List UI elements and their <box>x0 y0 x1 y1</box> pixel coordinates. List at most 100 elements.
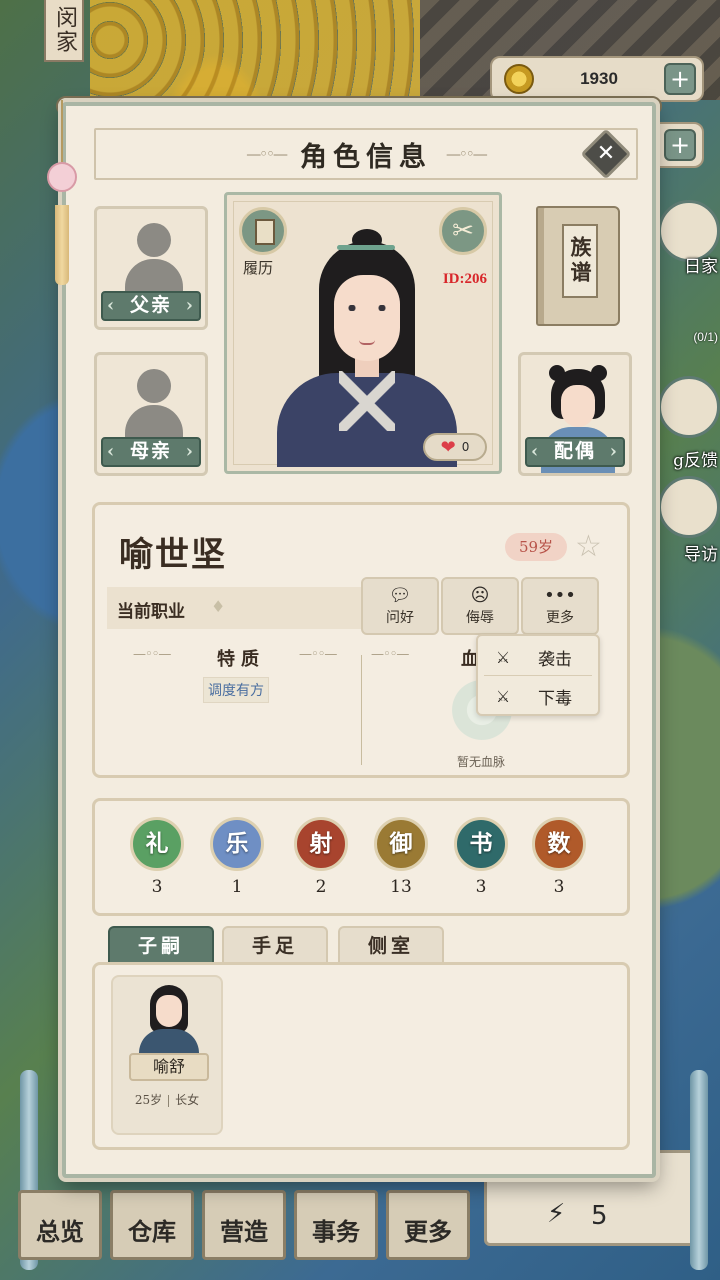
mother-card[interactable]: 母亲 <box>94 352 208 476</box>
menu-item-poison[interactable]: ⚔ 下毒 <box>484 678 592 714</box>
greet-label: 问好 <box>386 610 414 626</box>
spouse-face <box>561 385 595 427</box>
add-resource-button[interactable]: + <box>664 129 696 161</box>
child-name: 喻舒 <box>129 1053 209 1081</box>
favorite-star-icon[interactable]: ☆ <box>575 529 602 564</box>
skill-rites-badge: 礼 <box>130 817 184 871</box>
side-label-home: 日家 <box>684 257 718 277</box>
insult-button[interactable]: ☹ 侮辱 <box>441 577 519 635</box>
heart-icon: ❤ <box>440 436 456 458</box>
mother-silhouette <box>125 369 183 445</box>
flower-ornament-icon <box>47 162 77 192</box>
close-icon: ✕ <box>596 141 616 166</box>
feedback-button[interactable] <box>658 376 720 438</box>
job-mark-icon: ♦ <box>211 597 226 616</box>
character-portrait-frame: 履历 ✂ ID:206 ❤ 0 <box>224 192 502 474</box>
skills-panel: 礼 3 乐 1 射 2 御 13 书 3 数 3 <box>92 798 630 916</box>
skill-rites-value: 3 <box>151 877 163 897</box>
skill-mathematics[interactable]: 数 3 <box>529 817 589 897</box>
menu-item-attack[interactable]: ⚔ 袭击 <box>484 640 592 676</box>
more-actions-menu: ⚔ 袭击 ⚔ 下毒 <box>476 634 600 716</box>
skill-music-badge: 乐 <box>210 817 264 871</box>
speech-bubble-icon: 💬︎ <box>388 585 412 606</box>
skill-rites[interactable]: 礼 3 <box>127 817 187 897</box>
skill-charioteering-value: 13 <box>390 877 412 897</box>
resume-button[interactable] <box>239 207 287 255</box>
mother-label: 母亲 <box>101 437 201 467</box>
tassel-ornament <box>55 205 69 285</box>
nav-overview[interactable]: 总览 <box>18 1190 102 1260</box>
nav-more[interactable]: 更多 <box>386 1190 470 1260</box>
nav-warehouse[interactable]: 仓库 <box>110 1190 194 1260</box>
skill-charioteering-badge: 御 <box>374 817 428 871</box>
father-card[interactable]: 父亲 <box>94 206 208 330</box>
trait-tag[interactable]: 调度有方 <box>203 677 269 703</box>
skill-calligraphy[interactable]: 书 3 <box>451 817 511 897</box>
dialog-title-bar: —◦◦— 角色信息 —◦◦— ✕ <box>94 128 638 180</box>
skill-archery[interactable]: 射 2 <box>291 817 351 897</box>
skill-archery-value: 2 <box>315 877 327 897</box>
skill-calligraphy-value: 3 <box>475 877 487 897</box>
skill-mathematics-badge: 数 <box>532 817 586 871</box>
skill-music[interactable]: 乐 1 <box>207 817 267 897</box>
father-silhouette <box>125 223 183 299</box>
trait-ornament-right: —◦◦— <box>299 647 337 662</box>
lightning-icon: ⚡ <box>547 1199 566 1229</box>
skill-charioteering[interactable]: 御 13 <box>371 817 431 897</box>
side-label-visit: 导访 <box>684 545 718 565</box>
coin-icon <box>504 64 534 94</box>
tab-concubines[interactable]: 侧室 <box>338 926 444 962</box>
poison-label: 下毒 <box>538 688 572 709</box>
child-info: 25岁 长女 <box>113 1091 221 1108</box>
title-ornament-right: —◦◦— <box>446 145 488 163</box>
angry-face-icon: ☹ <box>470 585 490 606</box>
father-label: 父亲 <box>101 291 201 321</box>
character-id: ID:206 <box>442 271 487 287</box>
skill-calligraphy-badge: 书 <box>454 817 508 871</box>
scissors-icon[interactable]: ✂ <box>439 207 487 255</box>
genealogy-book-button[interactable]: 族谱 <box>536 206 620 326</box>
favor-badge: ❤ 0 <box>423 433 487 461</box>
favor-value: 0 <box>461 440 470 454</box>
child-face <box>156 995 182 1027</box>
coin-value: 1930 <box>580 69 618 88</box>
add-coin-button[interactable]: + <box>664 63 696 95</box>
clan-sign: 闵家 <box>44 0 84 62</box>
skill-archery-badge: 射 <box>294 817 348 871</box>
tab-siblings[interactable]: 手足 <box>222 926 328 962</box>
nav-build[interactable]: 营造 <box>202 1190 286 1260</box>
no-lineage-text: 暂无血脉 <box>457 755 506 769</box>
nav-affairs[interactable]: 事务 <box>294 1190 378 1260</box>
children-panel: 喻舒 25岁 长女 <box>92 962 630 1150</box>
side-count: (0/1) <box>693 330 718 344</box>
bottom-navigation: 总览 仓库 营造 事务 更多 ⚡ 5 <box>0 1070 720 1280</box>
trait-title: 特质 <box>217 649 265 670</box>
close-button[interactable]: ✕ <box>580 128 632 180</box>
genealogy-label: 族谱 <box>562 224 598 298</box>
spouse-card[interactable]: 配偶 <box>518 352 632 476</box>
age-badge: 59岁 <box>505 533 567 561</box>
skill-mathematics-value: 3 <box>553 877 565 897</box>
more-label: 更多 <box>546 610 574 626</box>
more-dots-icon: ••• <box>544 585 576 606</box>
visit-button[interactable] <box>658 476 720 538</box>
attack-label: 袭击 <box>538 650 572 670</box>
child-card[interactable]: 喻舒 25岁 长女 <box>111 975 223 1135</box>
dialog-title: 角色信息 <box>300 141 432 173</box>
lineage-ornament-left: —◦◦— <box>371 647 409 662</box>
child-age: 25岁 <box>134 1093 163 1107</box>
job-label: 当前职业 <box>117 602 185 622</box>
title-ornament-left: —◦◦— <box>246 145 288 163</box>
energy-value: 5 <box>591 1201 608 1231</box>
section-divider <box>361 655 362 765</box>
greet-button[interactable]: 💬︎ 问好 <box>361 577 439 635</box>
more-button[interactable]: ••• 更多 <box>521 577 599 635</box>
child-rank: 长女 <box>175 1093 200 1107</box>
tab-children[interactable]: 子嗣 <box>108 926 214 962</box>
character-face <box>334 275 400 361</box>
trait-ornament-left: —◦◦— <box>133 647 171 662</box>
scroll-rod-right <box>690 1070 708 1270</box>
side-label-feedback: g反馈 <box>673 451 718 471</box>
character-name: 喻世坚 <box>119 535 227 575</box>
ginkgo-trees <box>90 0 420 110</box>
